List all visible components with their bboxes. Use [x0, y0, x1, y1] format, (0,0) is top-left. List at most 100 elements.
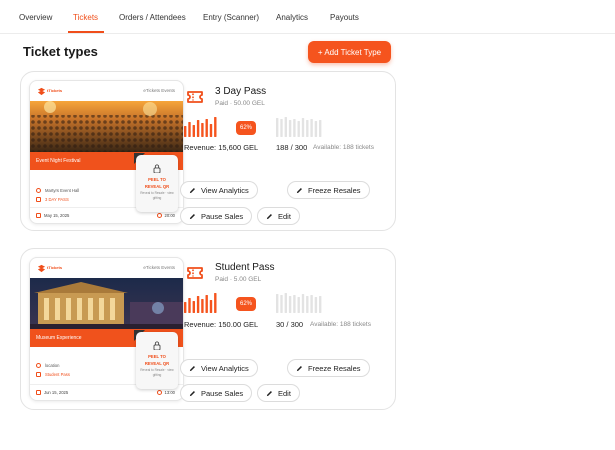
- peel-to-reveal-panel[interactable]: PEEL TO REVEAL QR Reveal to Resale · vie…: [136, 332, 178, 389]
- ticket-header: tTickets eTickets Events: [30, 81, 183, 101]
- sparkline-bar: [297, 121, 300, 137]
- ticket-venue-text: location: [45, 363, 60, 368]
- availability-bars: [276, 117, 322, 137]
- pause-sales-label: Pause Sales: [201, 211, 244, 221]
- sparkline-bar: [184, 302, 187, 313]
- sparkline-bar: [284, 293, 287, 313]
- sales-bars: [184, 293, 217, 313]
- ticket-icon: [187, 267, 203, 279]
- sold-percent-badge: 62%: [236, 297, 256, 311]
- tab-analytics[interactable]: Analytics: [276, 13, 308, 22]
- ticket-header: tTickets eTickets Events: [30, 258, 183, 278]
- sparkline-bar: [188, 122, 191, 137]
- ticket-time: 20:00: [156, 213, 175, 218]
- pencil-icon: [266, 390, 272, 396]
- ticket-time-text: 13:00: [164, 390, 175, 395]
- ticket-icon: [187, 91, 203, 103]
- sparkline-bar: [201, 299, 204, 313]
- sold-count: 188 / 300: [276, 143, 308, 152]
- ticket-event-name: Museum Experience: [36, 335, 82, 341]
- pause-sales-button[interactable]: Pause Sales: [180, 207, 253, 225]
- pencil-icon: [189, 213, 195, 219]
- calendar-icon: [36, 213, 41, 218]
- sparkline-bar: [306, 296, 309, 313]
- tab-entry-scanner[interactable]: Entry (Scanner): [203, 13, 259, 22]
- location-pin-icon: [36, 188, 41, 193]
- sparkline-bar: [214, 293, 217, 313]
- peel-to-reveal-panel[interactable]: PEEL TO REVEAL QR Reveal to Resale · vie…: [136, 155, 178, 212]
- revenue-text: Revenue: 150.00 GEL: [184, 320, 259, 329]
- ticket-brand: tTickets: [47, 265, 63, 270]
- tab-bar: Overview Tickets Orders / Attendees Entr…: [0, 0, 615, 34]
- sparkline-bar: [284, 117, 287, 137]
- view-analytics-button[interactable]: View Analytics: [180, 181, 258, 199]
- lock-icon: [153, 164, 161, 173]
- ticket-icon: [36, 197, 41, 202]
- sparkline-bar: [280, 295, 283, 313]
- tab-payouts[interactable]: Payouts: [330, 13, 359, 22]
- sold-percent-badge: 62%: [236, 121, 256, 135]
- sparkline-bar: [301, 294, 305, 313]
- sparkline-bar: [209, 124, 213, 137]
- sparkline-bar: [205, 295, 208, 313]
- ticket-events-label: eTickets Events: [143, 265, 175, 270]
- sparkline-bar: [314, 121, 318, 137]
- edit-label: Edit: [278, 211, 291, 221]
- edit-label: Edit: [278, 388, 291, 398]
- pencil-icon: [189, 390, 195, 396]
- sparkline-bar: [276, 294, 279, 313]
- lock-icon: [153, 341, 161, 350]
- brand-logo-icon: [37, 264, 46, 273]
- peel-text: PEEL TO: [148, 354, 166, 359]
- sparkline-bar: [314, 297, 318, 313]
- freeze-resales-label: Freeze Resales: [308, 363, 361, 373]
- tab-overview[interactable]: Overview: [19, 13, 52, 22]
- sparkline-bar: [276, 118, 279, 137]
- ticket-type-name: Student Pass: [215, 262, 275, 273]
- pencil-icon: [296, 187, 302, 193]
- ticket-preview: tTickets eTickets Events: [29, 80, 184, 224]
- museum-image: [30, 278, 183, 329]
- sparkline-bar: [192, 125, 195, 137]
- ticket-time: 13:00: [156, 390, 175, 395]
- sparkline-bar: [319, 296, 322, 313]
- tab-tickets[interactable]: Tickets: [73, 13, 98, 22]
- ticket-type-card: tTickets eTickets Events: [20, 248, 396, 410]
- sales-bars: [184, 117, 217, 137]
- available-text: Available: 188 tickets: [313, 144, 374, 151]
- reveal-qr-text: REVEAL QR: [144, 184, 170, 189]
- pause-sales-label: Pause Sales: [201, 388, 244, 398]
- sparkline-bar: [196, 296, 200, 313]
- ticket-date: May 15, 2025: [36, 213, 69, 218]
- edit-button[interactable]: Edit: [257, 207, 300, 225]
- clock-icon: [156, 213, 162, 218]
- edit-button[interactable]: Edit: [257, 384, 300, 402]
- pencil-icon: [266, 213, 272, 219]
- peel-subtext: Reveal to Resale · view gifting: [140, 368, 174, 377]
- revenue-text: Revenue: 15,600 GEL: [184, 143, 259, 152]
- pencil-icon: [189, 187, 195, 193]
- sparkline-bar: [214, 117, 217, 137]
- pause-sales-button[interactable]: Pause Sales: [180, 384, 253, 402]
- add-ticket-type-button[interactable]: + Add Ticket Type: [308, 41, 391, 63]
- ticket-type-price: Paid · 50.00 GEL: [215, 100, 265, 107]
- event-crowd-image: [30, 101, 183, 152]
- freeze-resales-button[interactable]: Freeze Resales: [287, 359, 370, 377]
- freeze-resales-label: Freeze Resales: [308, 185, 361, 195]
- sparkline-bar: [184, 126, 187, 137]
- view-analytics-button[interactable]: View Analytics: [180, 359, 258, 377]
- sparkline-bar: [209, 300, 213, 313]
- sparkline-bar: [196, 120, 200, 137]
- pencil-icon: [189, 365, 195, 371]
- sparkline-bar: [297, 297, 300, 313]
- sparkline-bar: [310, 295, 313, 313]
- sparkline-bar: [310, 119, 313, 137]
- sparkline-bar: [319, 120, 322, 137]
- sparkline-bar: [293, 295, 296, 313]
- freeze-resales-button[interactable]: Freeze Resales: [287, 181, 370, 199]
- tab-orders-attendees[interactable]: Orders / Attendees: [119, 13, 186, 22]
- sparkline-bar: [205, 119, 208, 137]
- pencil-icon: [296, 365, 302, 371]
- ticket-brand: tTickets: [47, 88, 63, 93]
- ticket-type-card: tTickets eTickets Events: [20, 71, 396, 231]
